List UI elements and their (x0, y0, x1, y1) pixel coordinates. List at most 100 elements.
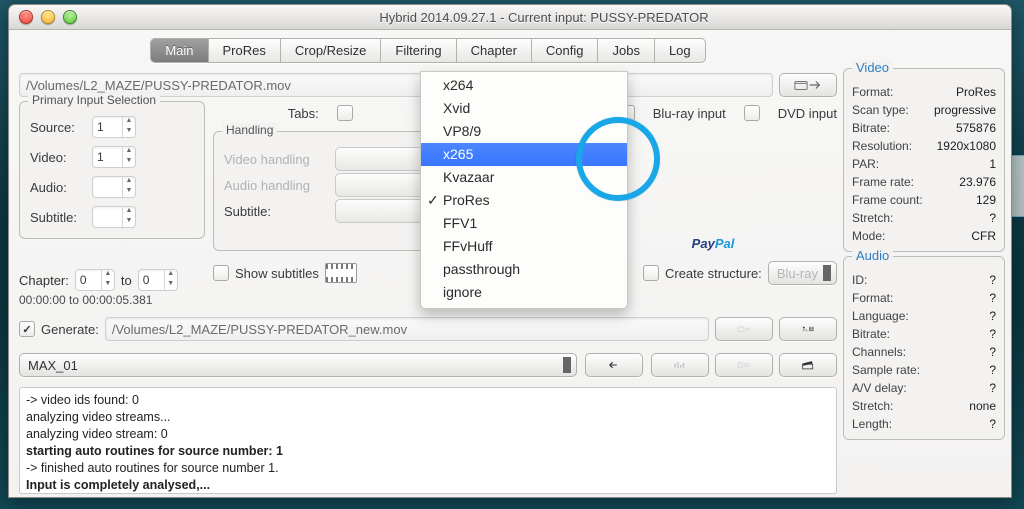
label-chapter: Chapter: (19, 273, 69, 288)
main-tabbar: MainProResCrop/ResizeFilteringChapterCon… (19, 38, 837, 63)
codec-menu-item[interactable]: ignore (421, 281, 627, 304)
tab-prores[interactable]: ProRes (209, 39, 281, 62)
label-tabs: Tabs: (288, 106, 319, 121)
generate-path-field[interactable]: /Volumes/L2_MAZE/PUSSY-PREDATOR_new.mov (105, 317, 709, 341)
chapter-timecode: 00:00:00 to 00:00:05.381 (19, 293, 205, 307)
tab-main[interactable]: Main (151, 39, 208, 62)
codec-menu-item[interactable]: FFV1 (421, 212, 627, 235)
info-row: Length:? (852, 415, 996, 433)
info-row: ID:? (852, 271, 996, 289)
tab-filtering[interactable]: Filtering (381, 39, 456, 62)
primary-input-group: Primary Input Selection Source: 1 ▲▼ (19, 101, 205, 239)
label-source: Source: (30, 120, 86, 135)
show-subtitles-checkbox[interactable] (213, 265, 229, 281)
codec-menu-item[interactable]: passthrough (421, 258, 627, 281)
label-audio: Audio: (30, 180, 86, 195)
label-subtitle-handling: Subtitle: (224, 204, 329, 219)
label-to: to (121, 273, 132, 288)
back-button[interactable] (585, 353, 643, 377)
tab-config[interactable]: Config (532, 39, 599, 62)
titlebar: Hybrid 2014.09.27.1 - Current input: PUS… (9, 5, 1011, 30)
preset-value: MAX_01 (28, 358, 78, 373)
info-row: Language:? (852, 307, 996, 325)
tool2-button[interactable] (715, 353, 773, 377)
codec-menu-item[interactable]: VP8/9 (421, 120, 627, 143)
label-audio-handling: Audio handling (224, 178, 329, 193)
info-row: Bitrate:? (852, 325, 996, 343)
info-row: Mode:CFR (852, 227, 996, 245)
info-row: Scan type:progressive (852, 101, 996, 119)
audio-info-panel: Audio ID:?Format:?Language:?Bitrate:?Cha… (843, 256, 1005, 440)
generate-checkbox[interactable] (19, 321, 35, 337)
label-dvd-input: DVD input (778, 106, 837, 121)
clapper-icon (801, 358, 815, 372)
title-icon (737, 358, 751, 372)
log-output: -> video ids found: 0 analyzing video st… (19, 387, 837, 494)
log-line: Input is completely analysed,... (26, 477, 830, 494)
tabs-checkbox[interactable] (337, 105, 353, 121)
open-source-button[interactable] (779, 73, 837, 97)
info-row: Frame rate:23.976 (852, 173, 996, 191)
video-stepper[interactable]: 1 ▲▼ (92, 146, 136, 168)
add-to-queue-button[interactable] (779, 317, 837, 341)
filmstrip-icon[interactable] (325, 263, 357, 283)
folder-pick-icon (737, 322, 751, 336)
label-video: Video: (30, 150, 86, 165)
primary-input-legend: Primary Input Selection (28, 93, 160, 107)
log-line: starting auto routines for source number… (26, 443, 830, 460)
log-line: analyzing video streams... (26, 409, 830, 426)
codec-menu-item[interactable]: Kvazaar (421, 166, 627, 189)
info-row: PAR:1 (852, 155, 996, 173)
tab-jobs[interactable]: Jobs (598, 39, 654, 62)
info-row: Resolution:1920x1080 (852, 137, 996, 155)
label-video-handling: Video handling (224, 152, 329, 167)
tab-log[interactable]: Log (655, 39, 705, 62)
chapter-to-stepper[interactable]: 0▲▼ (138, 269, 178, 291)
info-row: Sample rate:? (852, 361, 996, 379)
close-icon[interactable] (19, 10, 33, 24)
info-row: Format:ProRes (852, 83, 996, 101)
arrow-left-icon (607, 358, 621, 372)
tool1-button[interactable] (651, 353, 709, 377)
log-line: -> finished auto routines for source num… (26, 460, 830, 477)
tab-chapter[interactable]: Chapter (457, 39, 532, 62)
subtitle-stepper[interactable]: ▲▼ (92, 206, 136, 228)
generate-pick-button[interactable] (715, 317, 773, 341)
zoom-icon[interactable] (63, 10, 77, 24)
info-row: Format:? (852, 289, 996, 307)
source-stepper[interactable]: 1 ▲▼ (92, 116, 136, 138)
label-show-subtitles: Show subtitles (235, 266, 319, 281)
minimize-icon[interactable] (41, 10, 55, 24)
preset-select[interactable]: MAX_01 ▲▼ (19, 353, 577, 377)
log-line: analyzing video stream: 0 (26, 426, 830, 443)
codec-menu-item[interactable]: ProRes (421, 189, 627, 212)
handling-legend: Handling (222, 123, 277, 137)
codec-menu-item[interactable]: x265 (421, 143, 627, 166)
label-generate: Generate: (41, 322, 99, 337)
info-row: Channels:? (852, 343, 996, 361)
info-row: A/V delay:? (852, 379, 996, 397)
dvd-input-checkbox[interactable] (744, 105, 760, 121)
label-bluray-input: Blu-ray input (653, 106, 726, 121)
codec-menu-item[interactable]: FFvHuff (421, 235, 627, 258)
paypal-link[interactable]: PayPal (692, 236, 735, 251)
info-row: Bitrate:575876 (852, 119, 996, 137)
bars-icon (673, 358, 687, 372)
video-codec-menu[interactable]: x264XvidVP8/9x265KvazaarProResFFV1FFvHuf… (420, 71, 628, 309)
audio-stepper[interactable]: ▲▼ (92, 176, 136, 198)
runner-queue-icon (801, 322, 815, 336)
audio-info-legend: Audio (852, 248, 893, 263)
label-subtitle: Subtitle: (30, 210, 86, 225)
create-structure-checkbox[interactable] (643, 265, 659, 281)
app-window: Hybrid 2014.09.27.1 - Current input: PUS… (8, 4, 1012, 498)
tool3-button[interactable] (779, 353, 837, 377)
source-path-value: /Volumes/L2_MAZE/PUSSY-PREDATOR.mov (26, 78, 291, 93)
codec-menu-item[interactable]: x264 (421, 74, 627, 97)
codec-menu-item[interactable]: Xvid (421, 97, 627, 120)
info-row: Frame count:129 (852, 191, 996, 209)
tab-crop-resize[interactable]: Crop/Resize (281, 39, 382, 62)
chapter-from-stepper[interactable]: 0▲▼ (75, 269, 115, 291)
label-create-structure: Create structure: (665, 266, 762, 281)
create-structure-select[interactable]: Blu-ray ▲▼ (768, 261, 837, 285)
video-info-legend: Video (852, 60, 893, 75)
